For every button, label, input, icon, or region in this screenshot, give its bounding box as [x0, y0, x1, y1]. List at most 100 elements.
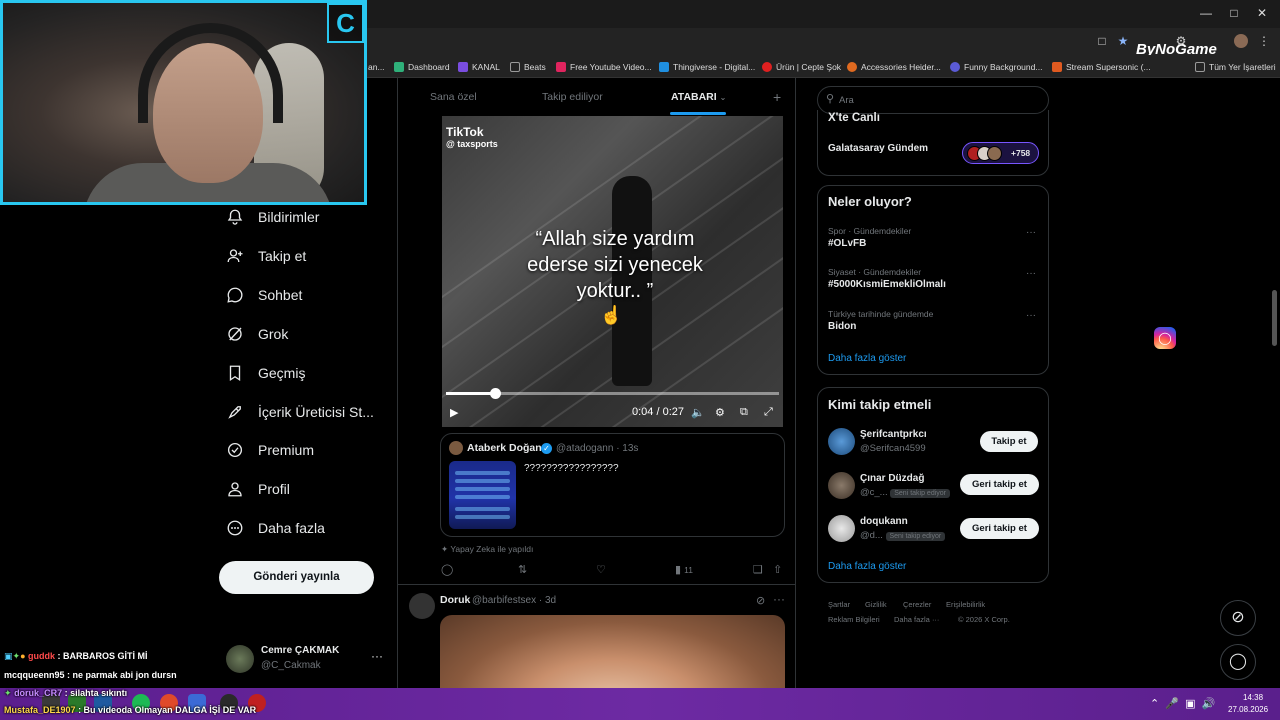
chat-message: ▣✦● guddk : BARBAROS GİTİ Mİ	[4, 651, 148, 661]
avatar[interactable]	[828, 515, 855, 542]
pip-icon[interactable]: ⧉	[740, 406, 748, 419]
follow-button[interactable]: Takip et	[980, 431, 1038, 452]
active-tab-indicator	[670, 112, 726, 115]
share-icon[interactable]: ⇧	[773, 563, 782, 576]
nav-notifications[interactable]: Bildirimler	[226, 205, 319, 229]
star-bookmark-icon[interactable]: ★	[1115, 33, 1131, 49]
search-icon: ⚲	[826, 93, 835, 105]
nav-follow[interactable]: Takip et	[226, 244, 306, 268]
follow-back-button[interactable]: Geri takip et	[960, 474, 1039, 495]
suggested-user-name[interactable]: Şerifcantprkcı	[860, 429, 927, 440]
minimize-button[interactable]: —	[1196, 4, 1216, 22]
nav-creator-studio[interactable]: İçerik Üreticisi St...	[226, 400, 374, 424]
person-icon	[228, 482, 242, 497]
retweet-icon[interactable]: ⇅	[518, 563, 527, 576]
more-icon[interactable]: ···	[371, 649, 383, 663]
video-progress-fill	[446, 392, 496, 395]
more-icon[interactable]: ···	[1026, 310, 1036, 321]
avatar[interactable]	[828, 472, 855, 499]
nav-bookmarks[interactable]: Geçmiş	[226, 361, 305, 385]
profile-avatar[interactable]	[1234, 34, 1248, 48]
clock-time[interactable]: 14:38	[1243, 693, 1263, 702]
install-app-icon[interactable]: □	[1094, 33, 1110, 49]
browser-menu-icon[interactable]: ⋮	[1256, 33, 1272, 49]
avatar[interactable]	[409, 593, 435, 619]
trends-show-more-link[interactable]: Daha fazla göster	[828, 353, 906, 364]
more-icon[interactable]: ···	[773, 592, 785, 606]
messages-fab[interactable]: ◯	[1220, 644, 1256, 680]
listener-count: +758	[1011, 148, 1031, 158]
footer-link[interactable]: Gizlilik	[865, 600, 887, 609]
tweet-media[interactable]	[440, 615, 785, 695]
clock-date[interactable]: 27.08.2026	[1228, 705, 1268, 714]
tweet-author-handle[interactable]: @barbifestsex · 3d	[472, 595, 556, 606]
nav-profile[interactable]: Profil	[226, 477, 290, 501]
nav-chat[interactable]: Sohbet	[226, 283, 302, 307]
fullscreen-icon[interactable]: ⤢	[764, 406, 773, 419]
tab-atabari[interactable]: ATABARI ⌄	[671, 91, 726, 103]
more-icon[interactable]: ···	[1026, 268, 1036, 279]
trend-item[interactable]: Bidon	[828, 321, 856, 332]
suggested-user-name[interactable]: doqukann	[860, 516, 908, 527]
follows-you-badge: Seni takip ediyor	[890, 489, 951, 498]
chevron-down-icon: ⌄	[719, 93, 727, 102]
footer-link[interactable]: Daha fazla ···	[894, 615, 939, 624]
reply-icon[interactable]: ◯	[441, 563, 453, 576]
bookmark-item[interactable]: Dashboard	[394, 59, 450, 75]
bookmark-item[interactable]: Funny Background...	[950, 59, 1042, 75]
suggested-user-name[interactable]: Çınar Düzdağ	[860, 473, 924, 484]
footer-link[interactable]: Şartlar	[828, 600, 850, 609]
tweet-author-name[interactable]: Doruk	[440, 594, 470, 606]
avatar[interactable]	[828, 428, 855, 455]
maximize-button[interactable]: □	[1224, 4, 1244, 22]
bookmark-item[interactable]: an...	[368, 59, 385, 75]
bookmark-item[interactable]: Stream Supersonic (...	[1052, 59, 1151, 75]
suggested-user-handle: @Serifcan4599	[860, 443, 926, 454]
bookmark-item[interactable]: Thingiverse - Digital...	[659, 59, 755, 75]
account-switcher[interactable]: Cemre ÇAKMAK @C_Cakmak ···	[226, 643, 386, 679]
bookmark-item[interactable]: Accessories Heider...	[847, 59, 941, 75]
play-icon[interactable]: ▶	[450, 406, 458, 419]
trend-meta: Spor · Gündemdekiler	[828, 226, 912, 236]
nav-premium[interactable]: Premium	[226, 438, 314, 462]
bookmark-item[interactable]: KANAL	[458, 59, 500, 75]
trend-item[interactable]: #5000KısmiEmekliOlmalı	[828, 279, 946, 290]
footer-link[interactable]: Erişilebilirlik	[946, 600, 985, 609]
trends-title: Neler oluyor?	[828, 194, 912, 209]
bookmark-icon[interactable]: ❑	[753, 563, 763, 576]
post-button[interactable]: Gönderi yayınla	[219, 561, 374, 594]
chat-text: : Bu videoda Olmayan DALGA İŞİ DE VAR	[78, 705, 257, 715]
bookmark-item[interactable]: Ürün | Cepte Şok	[762, 59, 841, 75]
tab-following[interactable]: Takip ediliyor	[542, 91, 603, 103]
grok-icon[interactable]: ⊘	[756, 594, 765, 607]
views-stat[interactable]: ▮ 11	[675, 563, 693, 576]
accessories-icon	[847, 62, 857, 72]
footer-link[interactable]: Reklam Bilgileri	[828, 615, 880, 624]
video-caption: “Allah size yardım ederse sizi yenecek y…	[527, 228, 703, 302]
follow-show-more-link[interactable]: Daha fazla göster	[828, 561, 906, 572]
bookmark-item[interactable]: Free Youtube Video...	[556, 59, 652, 75]
more-icon[interactable]: ···	[1026, 227, 1036, 238]
quoted-text: ?????????????????	[524, 463, 619, 474]
all-bookmarks[interactable]: Tüm Yer İşaretleri	[1195, 59, 1276, 75]
nav-label: Premium	[258, 442, 315, 458]
nav-more[interactable]: Daha fazla	[226, 516, 325, 540]
bookmark-item[interactable]: Beats	[510, 59, 546, 75]
tab-for-you[interactable]: Sana özel	[430, 91, 477, 103]
follow-back-button[interactable]: Geri takip et	[960, 518, 1039, 539]
nav-grok[interactable]: Grok	[226, 322, 288, 346]
add-tab-button[interactable]: +	[773, 89, 781, 105]
grok-fab[interactable]: ⊘	[1220, 600, 1256, 636]
trend-item[interactable]: #OLvFB	[828, 238, 866, 249]
nav-label: Sohbet	[258, 287, 303, 303]
scrollbar-thumb[interactable]	[1272, 290, 1277, 346]
like-icon[interactable]: ♡	[596, 563, 606, 576]
footer-link[interactable]: Çerezler	[903, 600, 931, 609]
background-icon	[950, 62, 960, 72]
volume-icon[interactable]: 🔈	[691, 406, 705, 419]
extensions-icon[interactable]: ⚙	[1173, 33, 1189, 49]
system-tray[interactable]: ⌃ 🎤 ▣ 🔊	[1150, 697, 1215, 710]
settings-icon[interactable]: ⚙	[715, 406, 725, 419]
close-window-button[interactable]: ✕	[1252, 4, 1272, 22]
live-space-name[interactable]: Galatasaray Gündem	[828, 143, 928, 154]
